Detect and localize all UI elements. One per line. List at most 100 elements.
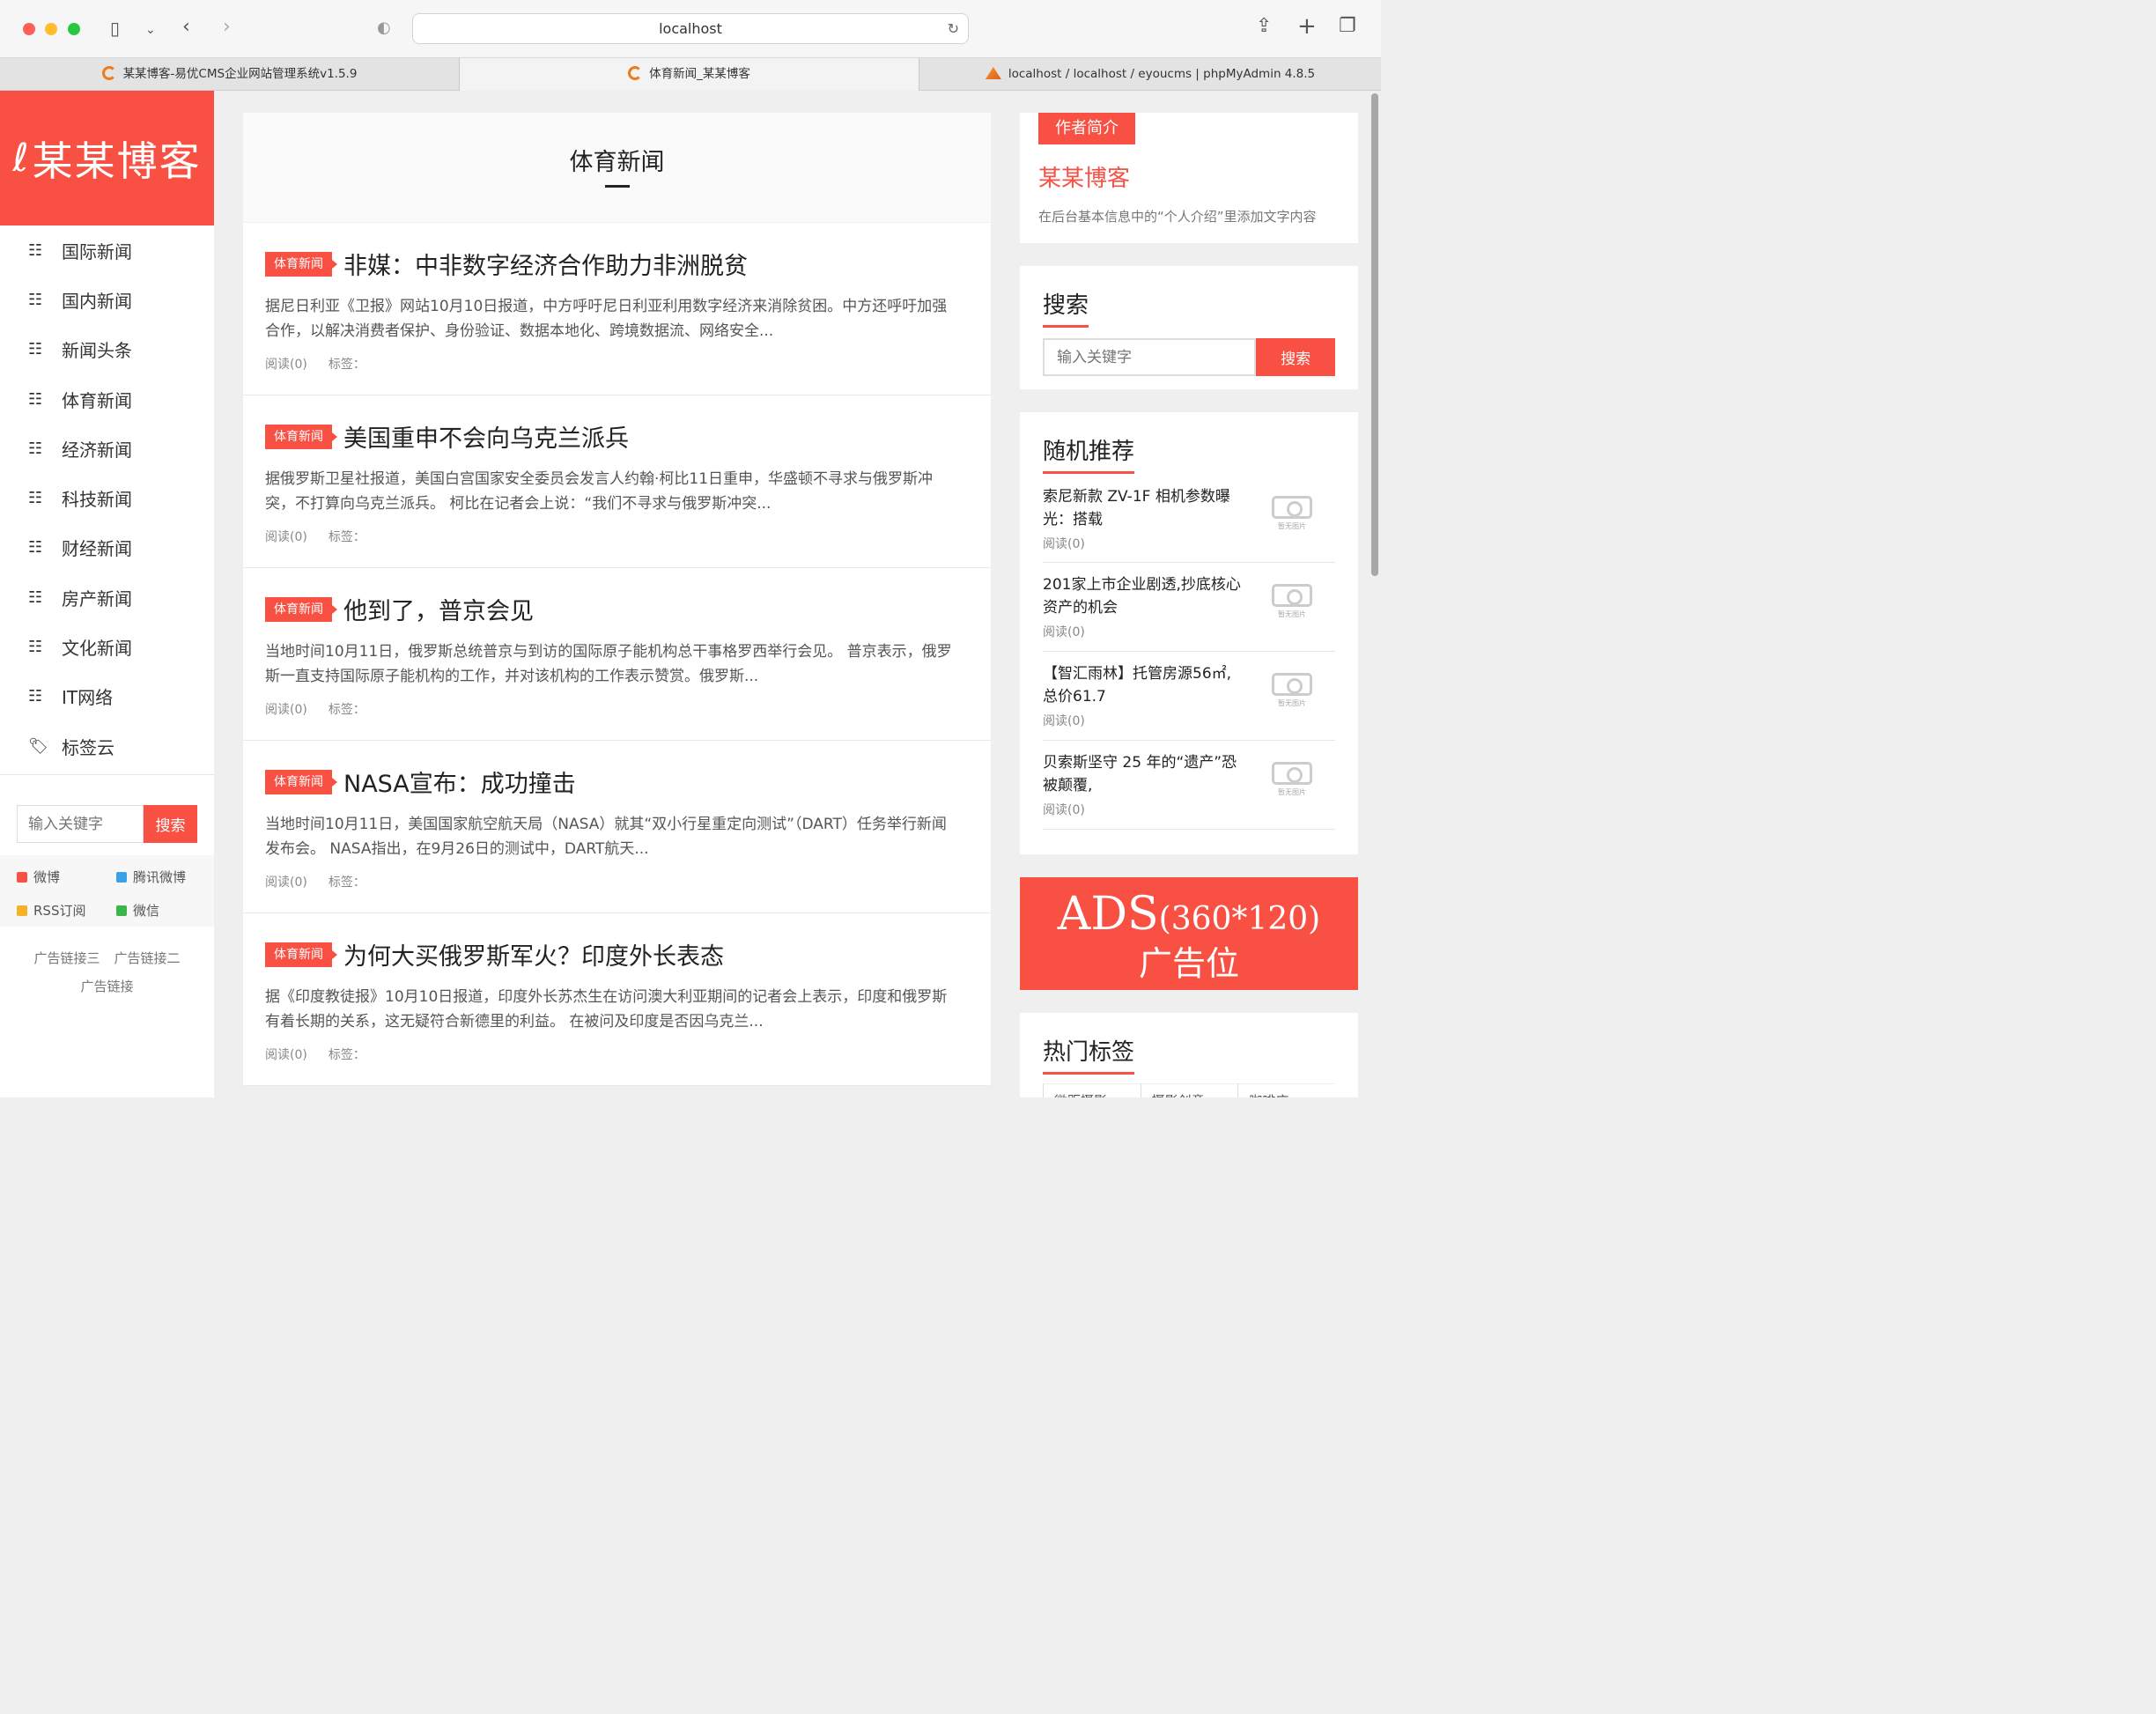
- nav-item-economy[interactable]: ☷ 经济新闻: [0, 424, 214, 473]
- article-title-link[interactable]: NASA宣布：成功撞击: [343, 765, 576, 799]
- read-count: 阅读(0): [265, 875, 307, 890]
- forward-icon[interactable]: ›: [223, 18, 231, 37]
- social-rss-link[interactable]: RSS订阅: [17, 901, 116, 920]
- left-sidebar: ℓ 某某博客 ☷ 国际新闻 ☷ 国内新闻 ☷ 新闻头条 ☷ 体育新闻 ☷ 经济新闻 ☷ 科技新…: [0, 91, 214, 1097]
- nav-label: 财经新闻: [62, 538, 132, 560]
- tab-admin[interactable]: 某某博客-易优CMS企业网站管理系统v1.5.9: [0, 58, 460, 91]
- nav-label: 经济新闻: [62, 439, 132, 461]
- rss-icon: [17, 905, 27, 916]
- search-input[interactable]: [1043, 338, 1257, 376]
- browser-titlebar: ▯ ⌄ ‹ › ◐ localhost ↻ ⇪ + ❐: [0, 0, 1381, 58]
- random-item[interactable]: 索尼新款 ZV-1F 相机参数曝光：搭载 阅读(0) 暂无图片: [1043, 474, 1335, 563]
- zoom-window-button[interactable]: [68, 23, 80, 35]
- random-item-title[interactable]: 索尼新款 ZV-1F 相机参数曝光：搭载: [1043, 485, 1245, 531]
- tab-label: localhost / localhost / eyoucms | phpMyA…: [1008, 67, 1316, 81]
- hot-tag[interactable]: 咖啡店: [1237, 1083, 1336, 1097]
- ad-link[interactable]: 广告链接: [80, 979, 133, 994]
- tags-label: 标签：: [328, 703, 365, 717]
- chevron-down-icon[interactable]: ⌄: [145, 20, 156, 40]
- nav-item-international[interactable]: ☷ 国际新闻: [0, 225, 214, 275]
- tab-phpmyadmin[interactable]: localhost / localhost / eyoucms | phpMyA…: [919, 58, 1381, 91]
- list-icon: ☷: [28, 489, 43, 508]
- article-title-link[interactable]: 美国重申不会向乌克兰派兵: [343, 419, 629, 454]
- ad-banner[interactable]: ADS(360*120) 广告位: [1020, 877, 1358, 990]
- category-badge[interactable]: 体育新闻: [265, 596, 337, 622]
- article-title-link[interactable]: 非媒：中非数字经济合作助力非洲脱贫: [343, 247, 748, 281]
- back-icon[interactable]: ‹: [182, 18, 190, 37]
- social-weibo-link[interactable]: 微博: [17, 868, 116, 886]
- search-button[interactable]: 搜索: [1256, 338, 1335, 376]
- tencent-weibo-icon: [116, 871, 127, 883]
- read-count: 阅读(0): [1043, 625, 1085, 639]
- hot-tags-card: 热门标签 微距摄影 摄影创意 咖啡店: [1020, 1013, 1358, 1097]
- ad-links: 广告链接三 广告链接二 广告链接: [0, 927, 214, 1001]
- hot-tag[interactable]: 摄影创意: [1140, 1083, 1238, 1097]
- minimize-window-button[interactable]: [45, 23, 57, 35]
- category-badge[interactable]: 体育新闻: [265, 251, 337, 277]
- address-bar[interactable]: localhost ↻: [412, 13, 969, 44]
- page-scrollbar[interactable]: [1371, 93, 1378, 576]
- nav-item-domestic[interactable]: ☷ 国内新闻: [0, 275, 214, 324]
- ad-link[interactable]: 广告链接三: [33, 950, 100, 966]
- category-badge[interactable]: 体育新闻: [265, 424, 337, 449]
- ad-link[interactable]: 广告链接二: [114, 950, 181, 966]
- article-list: 体育新闻 体育新闻 非媒：中非数字经济合作助力非洲脱贫 据尼日利亚《卫报》网站10…: [243, 113, 991, 1097]
- nav-item-culture[interactable]: ☷ 文化新闻: [0, 622, 214, 671]
- hot-tag[interactable]: 微距摄影: [1043, 1083, 1141, 1097]
- no-image-placeholder[interactable]: 暂无图片: [1270, 673, 1314, 717]
- eyoucms-favicon-icon: [628, 66, 643, 80]
- list-icon: ☷: [28, 587, 43, 607]
- reload-icon[interactable]: ↻: [948, 14, 959, 43]
- tags-label: 标签：: [328, 1048, 365, 1062]
- social-label: 微信: [133, 903, 160, 920]
- no-image-placeholder[interactable]: 暂无图片: [1270, 496, 1314, 540]
- article-item: 体育新闻 NASA宣布：成功撞击 当地时间10月11日，美国国家航空航天局（NAS…: [243, 741, 991, 913]
- sidebar-search-input[interactable]: [17, 805, 144, 844]
- camera-icon: [1272, 673, 1312, 696]
- wechat-icon: [116, 905, 127, 916]
- social-tencent-weibo-link[interactable]: 腾讯微博: [116, 868, 213, 886]
- tags-label: 标签：: [328, 358, 365, 372]
- no-image-placeholder[interactable]: 暂无图片: [1270, 762, 1314, 806]
- random-item-title[interactable]: 201家上市企业剧透,抄底核心资产的机会: [1043, 573, 1245, 619]
- nav-item-headlines[interactable]: ☷ 新闻头条: [0, 325, 214, 374]
- social-label: RSS订阅: [33, 903, 86, 920]
- tab-sports-news[interactable]: 体育新闻_某某博客: [460, 58, 919, 91]
- tab-overview-icon[interactable]: ❐: [1339, 17, 1356, 36]
- no-image-caption: 暂无图片: [1278, 522, 1306, 530]
- category-badge[interactable]: 体育新闻: [265, 769, 337, 794]
- random-item[interactable]: 贝索斯坚守 25 年的“遗产”恐被颠覆, 阅读(0) 暂无图片: [1043, 741, 1335, 830]
- nav-label: IT网络: [62, 687, 114, 709]
- list-icon: ☷: [28, 240, 43, 260]
- article-summary: 当地时间10月11日，俄罗斯总统普京与到访的国际原子能机构总干事格罗西举行会见。…: [265, 643, 952, 685]
- sidebar-search: 搜索: [0, 774, 214, 844]
- nav-item-tagcloud[interactable]: 🏷 标签云: [0, 721, 214, 771]
- shield-icon[interactable]: ◐: [377, 18, 391, 38]
- random-item-title[interactable]: 【智汇雨林】托管房源56㎡,总价61.7: [1043, 662, 1245, 708]
- no-image-caption: 暂无图片: [1278, 610, 1306, 618]
- sidebar-search-button[interactable]: 搜索: [144, 805, 197, 844]
- nav-item-tech[interactable]: ☷ 科技新闻: [0, 473, 214, 522]
- sidebar-toggle-icon[interactable]: ▯: [110, 18, 120, 38]
- camera-icon: [1272, 496, 1312, 519]
- social-wechat-link[interactable]: 微信: [116, 901, 213, 920]
- article-title-link[interactable]: 他到了，普京会见: [343, 592, 534, 626]
- category-badge[interactable]: 体育新闻: [265, 942, 337, 967]
- ad-text-size: (360*120): [1158, 901, 1321, 937]
- author-desc: 在后台基本信息中的“个人介绍”里添加文字内容: [1038, 209, 1317, 225]
- close-window-button[interactable]: [23, 23, 35, 35]
- site-logo[interactable]: ℓ 某某博客: [0, 91, 214, 225]
- new-tab-icon[interactable]: +: [1297, 15, 1317, 38]
- nav-item-sports[interactable]: ☷ 体育新闻: [0, 374, 214, 424]
- nav-item-finance[interactable]: ☷ 财经新闻: [0, 523, 214, 573]
- random-item[interactable]: 【智汇雨林】托管房源56㎡,总价61.7 阅读(0) 暂无图片: [1043, 652, 1335, 741]
- nav-item-realestate[interactable]: ☷ 房产新闻: [0, 573, 214, 622]
- share-icon[interactable]: ⇪: [1256, 17, 1272, 36]
- search-card-title: 搜索: [1043, 287, 1089, 328]
- search-card: 搜索 搜索: [1020, 266, 1358, 389]
- article-title-link[interactable]: 为何大买俄罗斯军火？印度外长表态: [343, 937, 724, 972]
- random-item-title[interactable]: 贝索斯坚守 25 年的“遗产”恐被颠覆,: [1043, 751, 1245, 797]
- random-item[interactable]: 201家上市企业剧透,抄底核心资产的机会阅读(0) 暂无图片: [1043, 563, 1335, 652]
- no-image-placeholder[interactable]: 暂无图片: [1270, 584, 1314, 628]
- nav-item-it[interactable]: ☷ IT网络: [0, 672, 214, 721]
